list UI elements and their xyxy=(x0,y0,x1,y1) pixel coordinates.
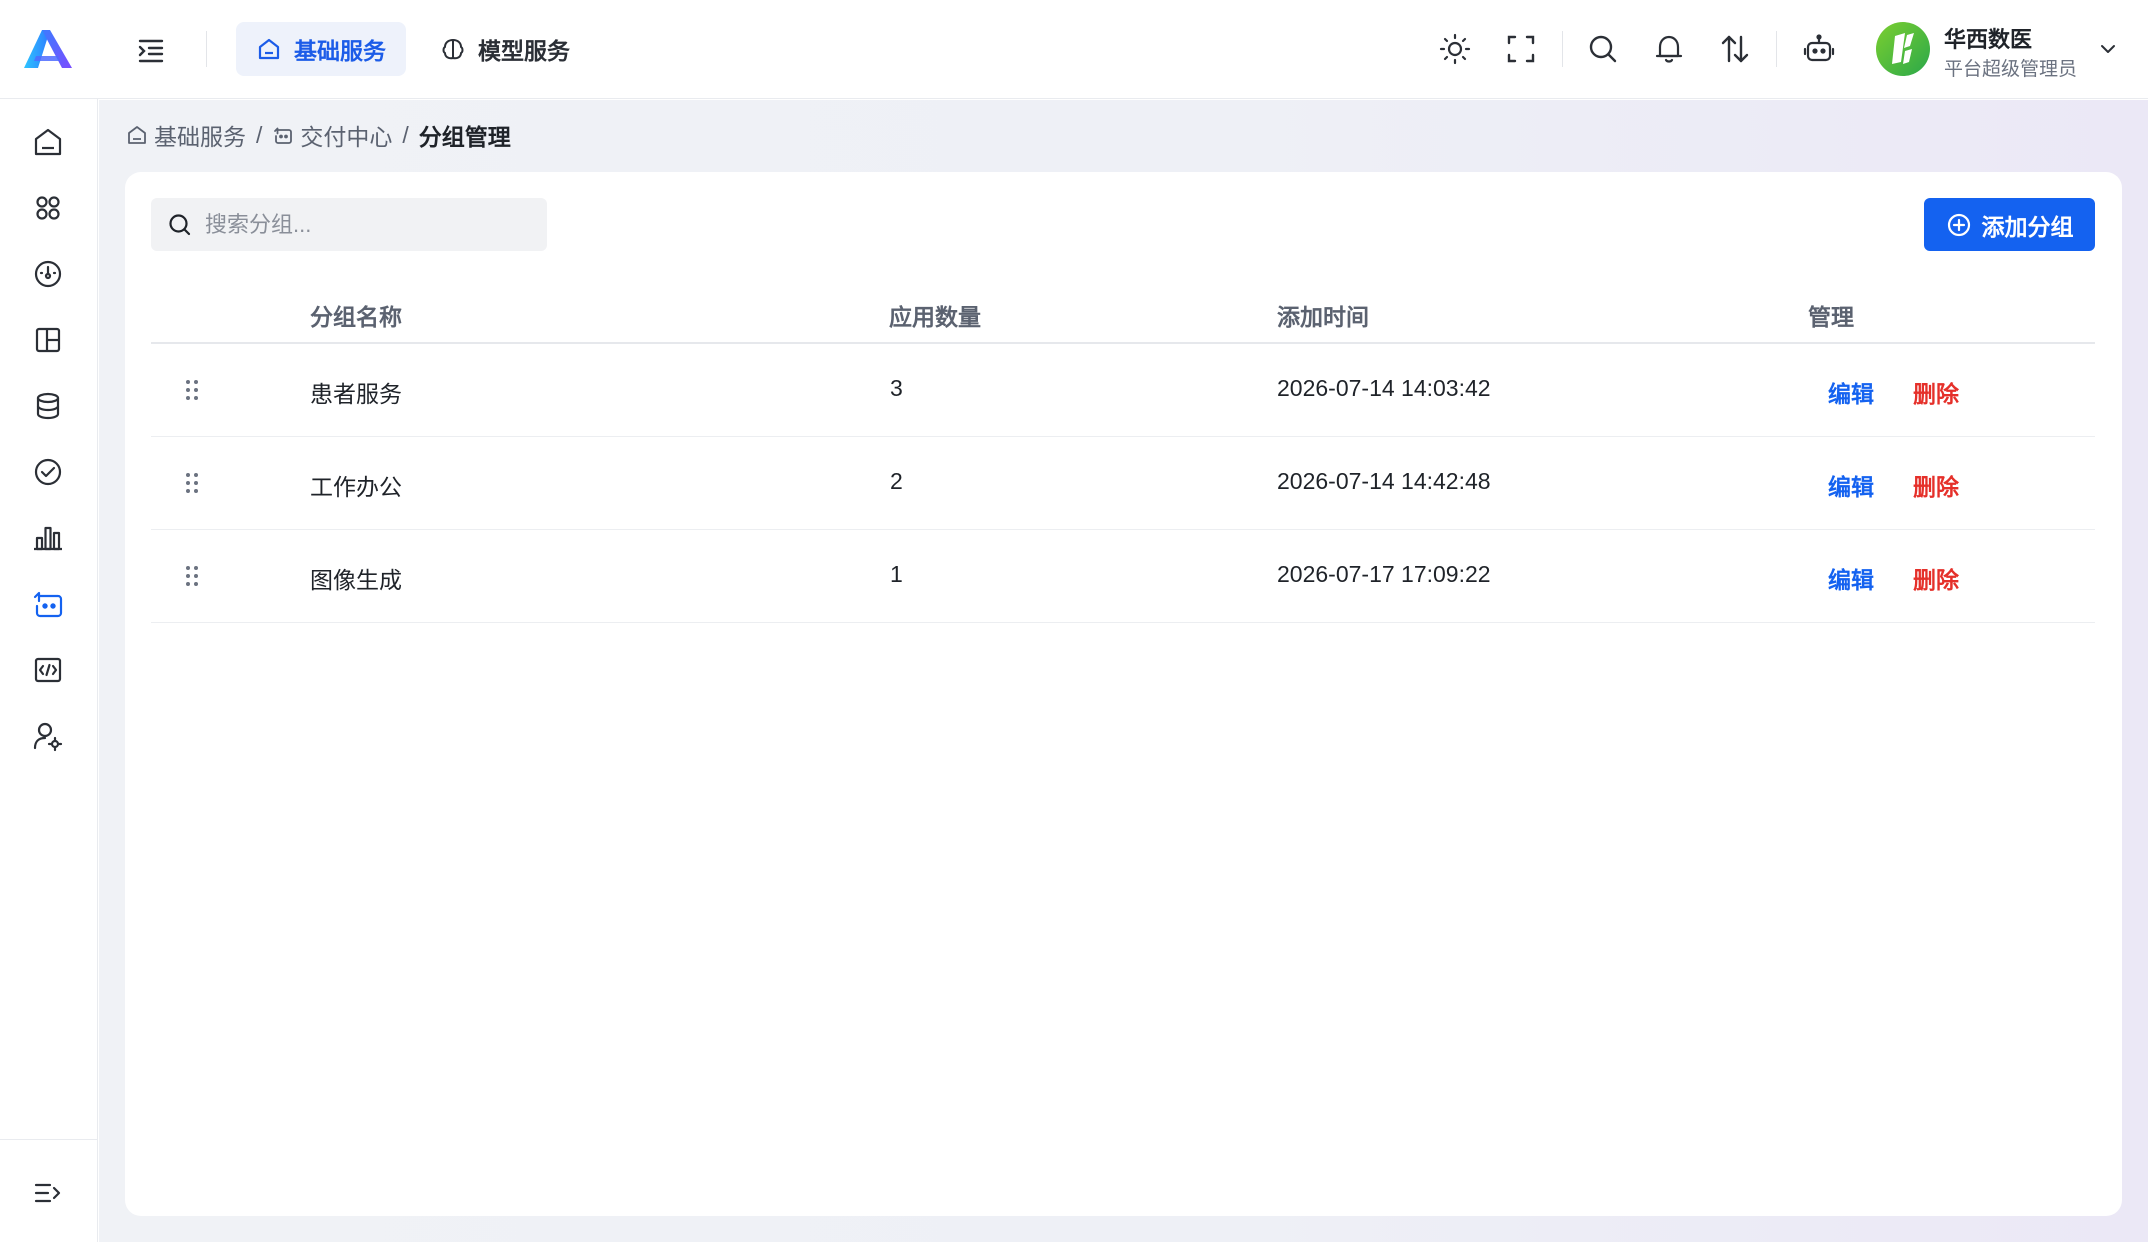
edit-button[interactable]: 编辑 xyxy=(1828,561,1874,595)
table-header: 分组名称 应用数量 添加时间 管理 xyxy=(151,278,2095,344)
layout-icon xyxy=(35,327,61,353)
add-group-button[interactable]: 添加分组 xyxy=(1924,198,2095,251)
breadcrumb-label: 交付中心 xyxy=(300,124,393,150)
home-icon xyxy=(258,38,280,60)
breadcrumb: 基础服务 / 交付中心 / 分组管理 xyxy=(126,118,511,152)
tab-model-services[interactable]: 模型服务 xyxy=(420,22,590,76)
breadcrumb-separator: / xyxy=(256,121,263,148)
breadcrumb-separator: / xyxy=(402,121,409,148)
sidebar-item-user-settings[interactable] xyxy=(30,718,66,754)
check-circle-icon xyxy=(34,458,62,486)
drag-handle-icon[interactable] xyxy=(183,378,201,402)
table-row: 患者服务 3 2026-07-14 14:03:42 编辑 删除 xyxy=(151,344,2095,437)
delete-button[interactable]: 删除 xyxy=(1913,561,1959,595)
added-time: 2026-07-14 14:42:48 xyxy=(1277,468,1491,494)
app-logo[interactable] xyxy=(22,28,74,70)
sidebar-item-home[interactable] xyxy=(30,124,66,160)
robot-icon[interactable] xyxy=(1802,32,1836,66)
delivery-icon xyxy=(33,591,63,618)
add-group-label: 添加分组 xyxy=(1981,213,2074,240)
tab-label: 基础服务 xyxy=(294,38,386,64)
app-count: 2 xyxy=(890,468,903,494)
delete-button[interactable]: 删除 xyxy=(1913,375,1959,409)
divider xyxy=(206,31,207,67)
divider xyxy=(1562,31,1563,67)
table-row: 工作办公 2 2026-07-14 14:42:48 编辑 删除 xyxy=(151,437,2095,530)
group-management-card: 添加分组 分组名称 应用数量 添加时间 管理 患者服务 3 2026-07-14… xyxy=(125,172,2122,1216)
indent-icon[interactable] xyxy=(134,33,168,67)
breadcrumb-delivery-center[interactable]: 交付中心 xyxy=(272,118,392,152)
expand-menu-icon[interactable] xyxy=(30,1175,66,1211)
divider xyxy=(0,1139,98,1140)
breadcrumb-basic-services[interactable]: 基础服务 xyxy=(126,118,246,152)
user-role: 平台超级管理员 xyxy=(1944,59,2078,80)
search-icon[interactable] xyxy=(1586,32,1620,66)
sidebar-item-database[interactable] xyxy=(30,388,66,424)
user-settings-icon xyxy=(33,722,63,752)
breadcrumb-current: 分组管理 xyxy=(418,124,511,150)
sidebar-item-delivery[interactable] xyxy=(30,586,66,622)
tab-label: 模型服务 xyxy=(478,38,570,64)
sidebar-item-tasks[interactable] xyxy=(30,454,66,490)
sort-icon[interactable] xyxy=(1718,32,1752,66)
user-name[interactable]: 华西数医 xyxy=(1944,22,2032,54)
search-icon xyxy=(169,213,191,235)
delete-button[interactable]: 删除 xyxy=(1913,468,1959,502)
group-name: 图像生成 xyxy=(310,567,402,593)
bell-icon[interactable] xyxy=(1652,32,1686,66)
tab-basic-services[interactable]: 基础服务 xyxy=(236,22,406,76)
table-row: 图像生成 1 2026-07-17 17:09:22 编辑 删除 xyxy=(151,530,2095,623)
chevron-down-icon[interactable] xyxy=(2096,37,2120,61)
added-time: 2026-07-14 14:03:42 xyxy=(1277,375,1491,401)
column-header-count: 应用数量 xyxy=(889,304,981,330)
breadcrumb-label: 基础服务 xyxy=(154,124,246,150)
app-count: 1 xyxy=(890,561,903,587)
plus-circle-icon xyxy=(1947,213,1970,236)
drag-handle-icon[interactable] xyxy=(183,471,201,495)
column-header-manage: 管理 xyxy=(1808,304,1854,330)
search-box xyxy=(151,198,547,251)
group-name: 患者服务 xyxy=(310,381,402,407)
column-header-time: 添加时间 xyxy=(1277,304,1369,330)
database-icon xyxy=(36,392,60,420)
app-count: 3 xyxy=(890,375,903,401)
edit-button[interactable]: 编辑 xyxy=(1828,375,1874,409)
bar-chart-icon xyxy=(34,526,62,551)
search-input[interactable] xyxy=(205,211,535,238)
top-bar: 基础服务 模型服务 华西数医 平台超级管理员 xyxy=(0,0,2148,99)
sidebar-item-code[interactable] xyxy=(30,652,66,688)
added-time: 2026-07-17 17:09:22 xyxy=(1277,561,1491,587)
apps-icon xyxy=(36,196,60,220)
avatar[interactable] xyxy=(1876,22,1930,76)
sidebar-item-layout[interactable] xyxy=(30,322,66,358)
drag-handle-icon[interactable] xyxy=(183,564,201,588)
edit-button[interactable]: 编辑 xyxy=(1828,468,1874,502)
home-icon xyxy=(128,126,146,144)
sun-icon[interactable] xyxy=(1438,32,1472,66)
sidebar-item-apps[interactable] xyxy=(30,190,66,226)
delivery-icon xyxy=(274,127,293,144)
sidebar xyxy=(0,99,98,1242)
fullscreen-icon[interactable] xyxy=(1504,32,1538,66)
home-icon xyxy=(34,128,62,156)
group-name: 工作办公 xyxy=(310,474,402,500)
code-icon xyxy=(34,657,62,683)
sidebar-item-analytics[interactable] xyxy=(30,520,66,556)
column-header-name: 分组名称 xyxy=(310,304,402,330)
dashboard-icon xyxy=(34,260,62,288)
divider xyxy=(1776,31,1777,67)
brain-icon xyxy=(442,39,464,60)
sidebar-item-dashboard[interactable] xyxy=(30,256,66,292)
